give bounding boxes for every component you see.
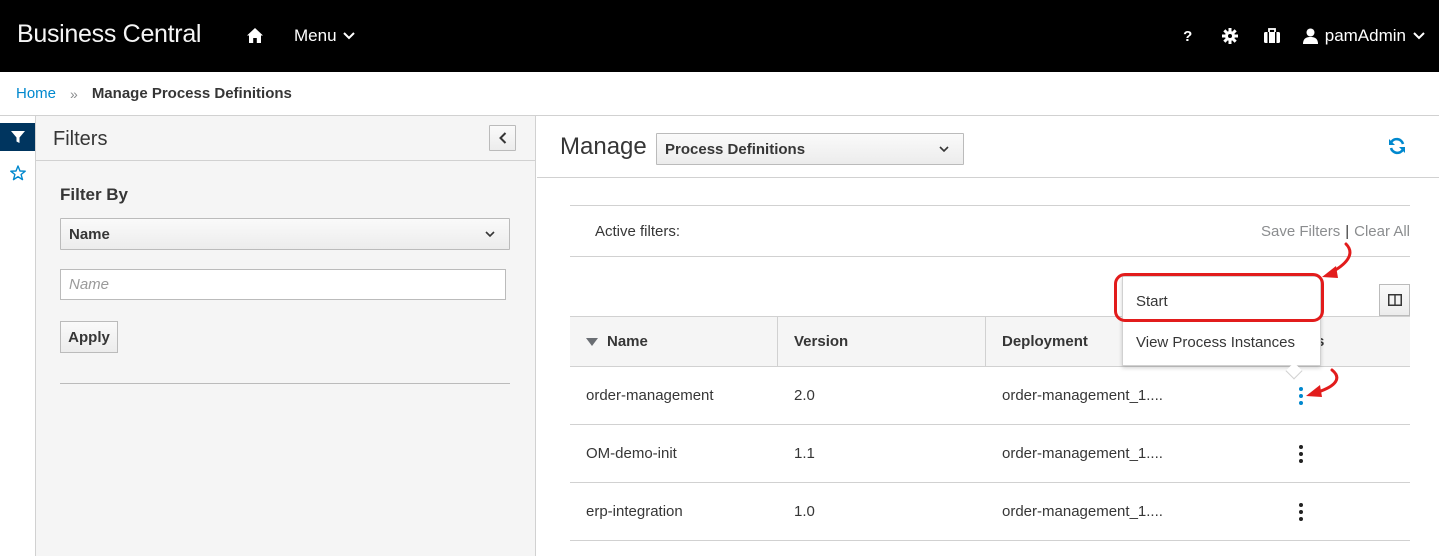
- chevron-down-icon: [485, 231, 495, 238]
- filter-actions: Save Filters | Clear All: [1261, 223, 1410, 240]
- cell-version: 2.0: [794, 387, 815, 404]
- top-navbar: Business Central Menu ? pamAdmin: [0, 0, 1439, 72]
- column-header-name[interactable]: Name: [570, 317, 778, 366]
- chevron-down-icon: [1413, 32, 1425, 40]
- cell-deployment: order-management_1....: [1002, 503, 1163, 520]
- cell-deployment: order-management_1....: [1002, 445, 1163, 462]
- cell-name: erp-integration: [586, 503, 683, 520]
- sort-down-icon: [586, 337, 598, 346]
- menu-item-view-process-instances[interactable]: View Process Instances: [1123, 322, 1320, 362]
- filter-tab[interactable]: [0, 123, 35, 151]
- name-filter-input[interactable]: [60, 269, 506, 300]
- kebab-icon: [1299, 502, 1303, 521]
- column-header-actions: s: [1316, 317, 1410, 366]
- chevron-down-icon: [939, 146, 949, 153]
- brand-logo[interactable]: Business Central: [17, 20, 201, 49]
- columns-icon: [1387, 294, 1402, 306]
- menu-label: Menu: [294, 26, 337, 45]
- star-icon: [9, 165, 26, 181]
- cell-name: OM-demo-init: [586, 445, 677, 462]
- navbar-utility-group: ? pamAdmin: [1167, 0, 1439, 72]
- filter-field-value: Name: [69, 225, 110, 243]
- manage-view-value: Process Definitions: [665, 140, 806, 158]
- clear-all-link[interactable]: Clear All: [1354, 223, 1410, 240]
- user-menu[interactable]: pamAdmin: [1302, 26, 1425, 46]
- row-actions-kebab-icon[interactable]: [1286, 425, 1316, 482]
- apply-button[interactable]: Apply: [60, 321, 118, 353]
- filter-field-select[interactable]: Name: [60, 218, 510, 250]
- funnel-icon: [10, 131, 25, 143]
- annotation-highlight-box: [1114, 273, 1324, 322]
- briefcase-icon[interactable]: [1251, 0, 1293, 72]
- help-label: ?: [1183, 27, 1193, 45]
- help-icon[interactable]: ?: [1167, 0, 1209, 72]
- column-header-label: Name: [607, 333, 648, 350]
- active-filters-label: Active filters:: [595, 223, 681, 240]
- column-header-label: Deployment: [1002, 333, 1088, 350]
- chevron-down-icon: [342, 32, 355, 40]
- main-header: Manage Process Definitions: [537, 116, 1439, 178]
- cell-version: 1.0: [794, 503, 815, 520]
- saved-filters-tab[interactable]: [0, 161, 35, 185]
- cell-name: order-management: [586, 387, 714, 404]
- user-name: pamAdmin: [1324, 26, 1406, 45]
- filters-title: Filters: [53, 128, 108, 150]
- breadcrumb-separator: »: [70, 85, 78, 102]
- gear-icon[interactable]: [1209, 0, 1251, 72]
- filters-divider: [60, 383, 510, 384]
- column-picker-button[interactable]: [1379, 284, 1410, 316]
- table-row[interactable]: order-management 2.0 order-management_1.…: [570, 367, 1410, 425]
- filters-header: Filters: [36, 116, 536, 161]
- breadcrumb-current: Manage Process Definitions: [91, 85, 292, 102]
- active-filters-bar: Active filters: Save Filters | Clear All: [570, 205, 1410, 257]
- row-actions-kebab-icon[interactable]: [1286, 483, 1316, 540]
- manage-label: Manage: [560, 133, 647, 160]
- table-row[interactable]: OM-demo-init 1.1 order-management_1....: [570, 425, 1410, 483]
- filter-actions-separator: |: [1345, 223, 1350, 240]
- menu-dropdown[interactable]: Menu: [294, 26, 355, 46]
- home-icon[interactable]: [246, 27, 264, 45]
- manage-view-select[interactable]: Process Definitions: [656, 133, 964, 165]
- column-header-version[interactable]: Version: [778, 317, 986, 366]
- column-header-label: Version: [794, 333, 849, 350]
- breadcrumb-home-link[interactable]: Home: [16, 85, 56, 102]
- user-icon: [1302, 28, 1318, 44]
- breadcrumb: Home » Manage Process Definitions: [0, 72, 1439, 116]
- annotation-arrow-icon: [1306, 368, 1339, 397]
- refresh-icon[interactable]: [1387, 136, 1407, 156]
- table-row[interactable]: erp-integration 1.0 order-management_1..…: [570, 483, 1410, 541]
- kebab-icon: [1299, 444, 1303, 463]
- chevron-left-icon: [498, 132, 506, 144]
- collapse-filters-button[interactable]: [489, 125, 516, 151]
- annotation-arrow-icon: [1322, 242, 1352, 278]
- filter-by-label: Filter By: [60, 185, 129, 204]
- filters-panel: Filters Filter By Name Apply: [36, 116, 536, 556]
- filter-side-tabs: [0, 116, 36, 556]
- save-filters-link[interactable]: Save Filters: [1261, 223, 1340, 240]
- cell-deployment: order-management_1....: [1002, 387, 1163, 404]
- cell-version: 1.1: [794, 445, 815, 462]
